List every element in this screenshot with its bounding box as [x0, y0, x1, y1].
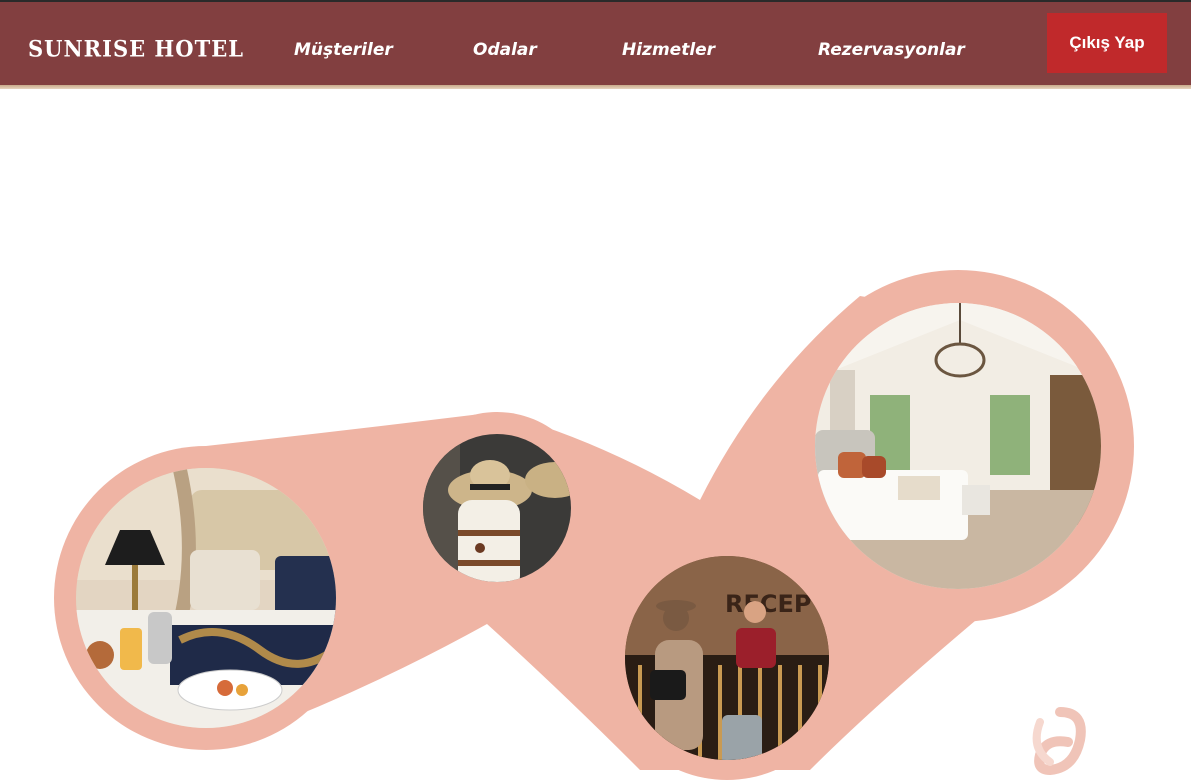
top-navigation-bar: SUNRISE HOTEL Müşteriler Odalar Hizmetle… — [0, 0, 1191, 86]
brand-logo[interactable]: SUNRISE HOTEL — [28, 35, 244, 61]
nav-item-services[interactable]: Hizmetler — [622, 40, 715, 60]
hero-collage: RECEP — [54, 270, 1134, 780]
watermark-logo — [1032, 707, 1086, 776]
reception-sign-text: RECEP — [725, 590, 811, 618]
nav-item-reservations[interactable]: Rezervasyonlar — [818, 40, 965, 60]
nav-item-rooms[interactable]: Odalar — [473, 40, 537, 60]
logout-button[interactable]: Çıkış Yap — [1047, 13, 1167, 73]
nav-item-customers[interactable]: Müşteriler — [294, 40, 393, 60]
